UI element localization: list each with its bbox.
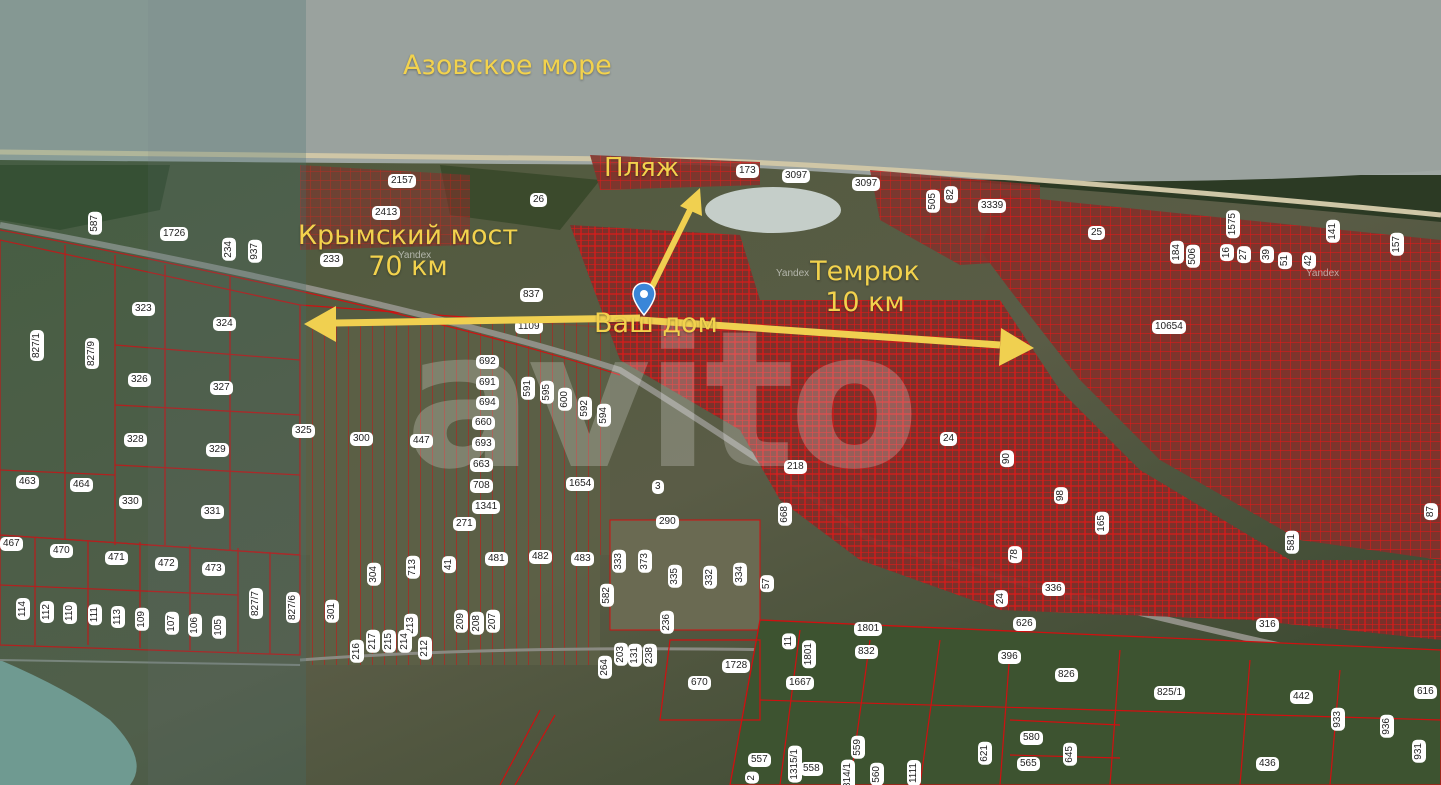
direction-arrows (304, 188, 1034, 366)
home-label: Ваш дом (594, 308, 718, 339)
arrow-to-temryuk-head (999, 328, 1034, 366)
bridge-label-distance: 70 км (368, 251, 448, 283)
temryuk-label-distance: 10 км (825, 287, 905, 319)
bridge-label-name: Крымский мост (297, 220, 519, 251)
beach-label: Пляж (604, 153, 680, 183)
arrow-to-bridge-head (304, 306, 336, 342)
temryuk-label-name: Темрюк (810, 256, 920, 287)
satellite-map[interactable]: avito Yandex Yandex Yandex 2157 2413 1726 5… (0, 0, 1441, 785)
bridge-label: Крымский мост 70 км (290, 220, 526, 282)
temryuk-label: Темрюк 10 км (806, 256, 924, 318)
sea-label: Азовское море (403, 50, 612, 81)
